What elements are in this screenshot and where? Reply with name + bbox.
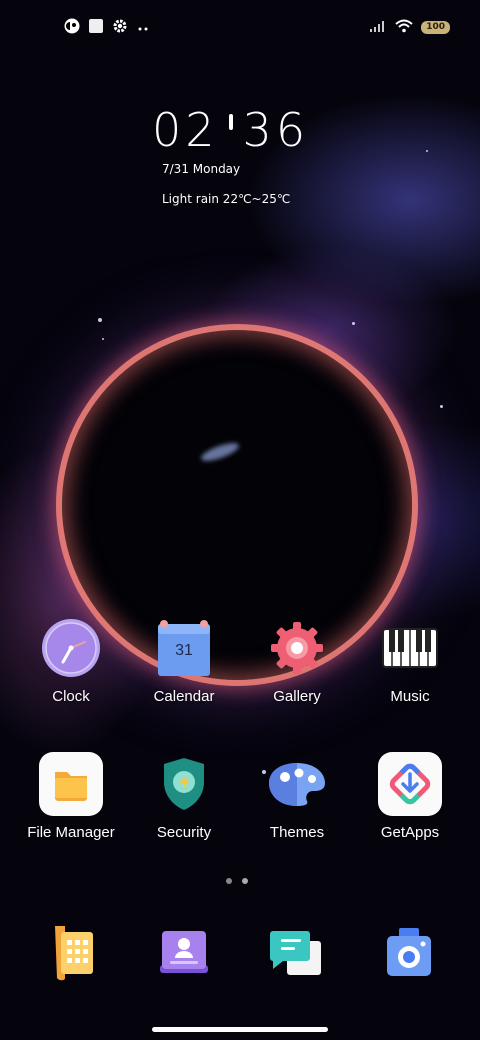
- phone-icon: [47, 922, 97, 986]
- gear-icon: [112, 18, 128, 38]
- app-label: File Manager: [27, 824, 115, 841]
- wallpaper-star: [440, 405, 443, 408]
- wallpaper-star: [352, 322, 355, 325]
- page-indicator[interactable]: [226, 878, 248, 884]
- app-label: Music: [390, 688, 430, 705]
- wallpaper-star: [102, 338, 104, 340]
- app-themes[interactable]: Themes: [241, 752, 353, 841]
- page-dot[interactable]: [226, 878, 232, 884]
- app-label: Clock: [52, 688, 90, 705]
- status-bar: 100: [0, 14, 480, 42]
- signal-icon: [369, 18, 387, 37]
- camera-icon: [385, 926, 433, 982]
- app-label: GetApps: [380, 824, 440, 841]
- shield-icon: [152, 752, 216, 816]
- app-file-manager[interactable]: File Manager: [15, 752, 127, 841]
- wallpaper-star: [426, 150, 428, 152]
- page-dot-active[interactable]: [242, 878, 248, 884]
- home-gesture-bar[interactable]: [152, 1027, 328, 1032]
- app-security[interactable]: Security: [128, 752, 240, 841]
- clock-time: 02 36: [152, 104, 309, 156]
- folder-icon: [39, 752, 103, 816]
- clock-hours: 02: [152, 103, 219, 157]
- app-label: Calendar: [153, 688, 215, 705]
- messages-icon: [269, 925, 325, 983]
- dock-messages[interactable]: [265, 922, 329, 986]
- dock-contacts[interactable]: [152, 922, 216, 986]
- gallery-icon: [265, 616, 329, 680]
- wallpaper-star: [98, 318, 102, 322]
- app-music[interactable]: Music: [354, 616, 466, 705]
- app-label: Themes: [269, 824, 325, 841]
- app-clock[interactable]: Clock: [15, 616, 127, 705]
- clock-date: 7/31 Monday: [162, 162, 241, 176]
- clock-minutes: 36: [242, 103, 310, 157]
- square-notification-icon: [88, 18, 104, 38]
- status-bar-notifications: [64, 18, 150, 38]
- contacts-icon: [156, 927, 212, 981]
- more-notifications-icon: [136, 19, 150, 38]
- wifi-icon: [395, 18, 413, 37]
- calendar-day: 31: [175, 642, 193, 659]
- music-icon: [378, 616, 442, 680]
- app-notification-icon: [64, 18, 80, 38]
- clock-widget[interactable]: 02 36 7/31 Monday Light rain 22℃~25℃: [152, 104, 309, 206]
- dock-phone[interactable]: [40, 922, 104, 986]
- app-label: Gallery: [273, 688, 321, 705]
- app-getapps[interactable]: GetApps: [354, 752, 466, 841]
- app-gallery[interactable]: Gallery: [241, 616, 353, 705]
- clock-icon: [39, 616, 103, 680]
- dock-camera[interactable]: [377, 922, 441, 986]
- getapps-icon: [378, 752, 442, 816]
- clock-separator: [228, 114, 233, 130]
- app-label: Security: [156, 824, 212, 841]
- palette-icon: [265, 752, 329, 816]
- status-bar-system: 100: [369, 18, 450, 37]
- app-calendar[interactable]: Calendar 31: [128, 616, 240, 705]
- battery-indicator: 100: [421, 21, 450, 34]
- weather-text: Light rain 22℃~25℃: [162, 192, 291, 206]
